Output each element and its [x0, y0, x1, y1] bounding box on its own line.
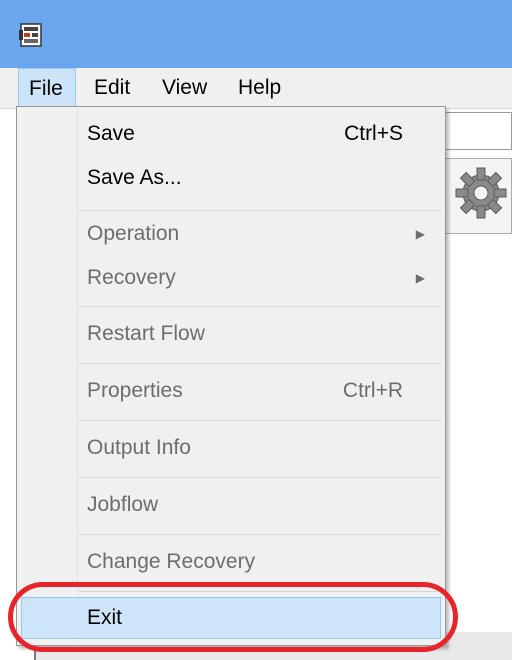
- menu-view[interactable]: View: [152, 68, 217, 108]
- submenu-arrow-icon: ▶: [415, 271, 425, 285]
- menu-separator: [79, 477, 441, 478]
- menu-item-label: Save: [87, 122, 135, 145]
- menu-item-restart-flow[interactable]: Restart Flow: [21, 313, 441, 355]
- menu-item-label: Properties: [87, 379, 183, 402]
- annotation-highlight-circle: [8, 582, 458, 652]
- menu-separator: [79, 210, 441, 211]
- menu-item-label: Operation: [87, 222, 180, 245]
- menu-item-change-recovery[interactable]: Change Recovery: [21, 541, 441, 583]
- menu-help[interactable]: Help: [228, 68, 291, 108]
- menu-edit[interactable]: Edit: [84, 68, 140, 108]
- menu-item-label: Jobflow: [87, 493, 159, 516]
- gear-icon: [455, 167, 507, 219]
- menu-item-operation[interactable]: Operation ▶: [21, 213, 441, 255]
- menu-item-jobflow[interactable]: Jobflow: [21, 484, 441, 526]
- menu-item-label: Save As...: [87, 166, 182, 189]
- menu-item-save[interactable]: Save Ctrl+S: [21, 113, 441, 155]
- menu-item-label: Change Recovery: [87, 550, 256, 573]
- menu-file[interactable]: File: [18, 68, 76, 108]
- menu-item-label: Recovery: [87, 266, 176, 289]
- file-menu-dropdown: Save Ctrl+S Save As... Operation ▶ Recov…: [16, 106, 446, 646]
- menu-separator: [79, 534, 441, 535]
- menu-item-properties[interactable]: Properties Ctrl+R: [21, 370, 441, 412]
- menu-item-save-as[interactable]: Save As...: [21, 157, 441, 199]
- app-icon[interactable]: [18, 22, 44, 48]
- menu-item-shortcut: Ctrl+R: [342, 379, 403, 402]
- menu-item-label: Restart Flow: [87, 322, 205, 345]
- menu-separator: [79, 363, 441, 364]
- menu-item-recovery[interactable]: Recovery ▶: [21, 257, 441, 299]
- submenu-arrow-icon: ▶: [415, 227, 425, 241]
- menu-bar: File Edit View Help: [0, 68, 512, 109]
- menu-item-label: Output Info: [87, 436, 191, 459]
- title-bar: [0, 0, 512, 68]
- menu-item-shortcut: Ctrl+S: [344, 122, 403, 145]
- menu-separator: [79, 306, 441, 307]
- menu-item-output-info[interactable]: Output Info: [21, 427, 441, 469]
- background-input[interactable]: r: [436, 112, 512, 150]
- menu-separator: [79, 420, 441, 421]
